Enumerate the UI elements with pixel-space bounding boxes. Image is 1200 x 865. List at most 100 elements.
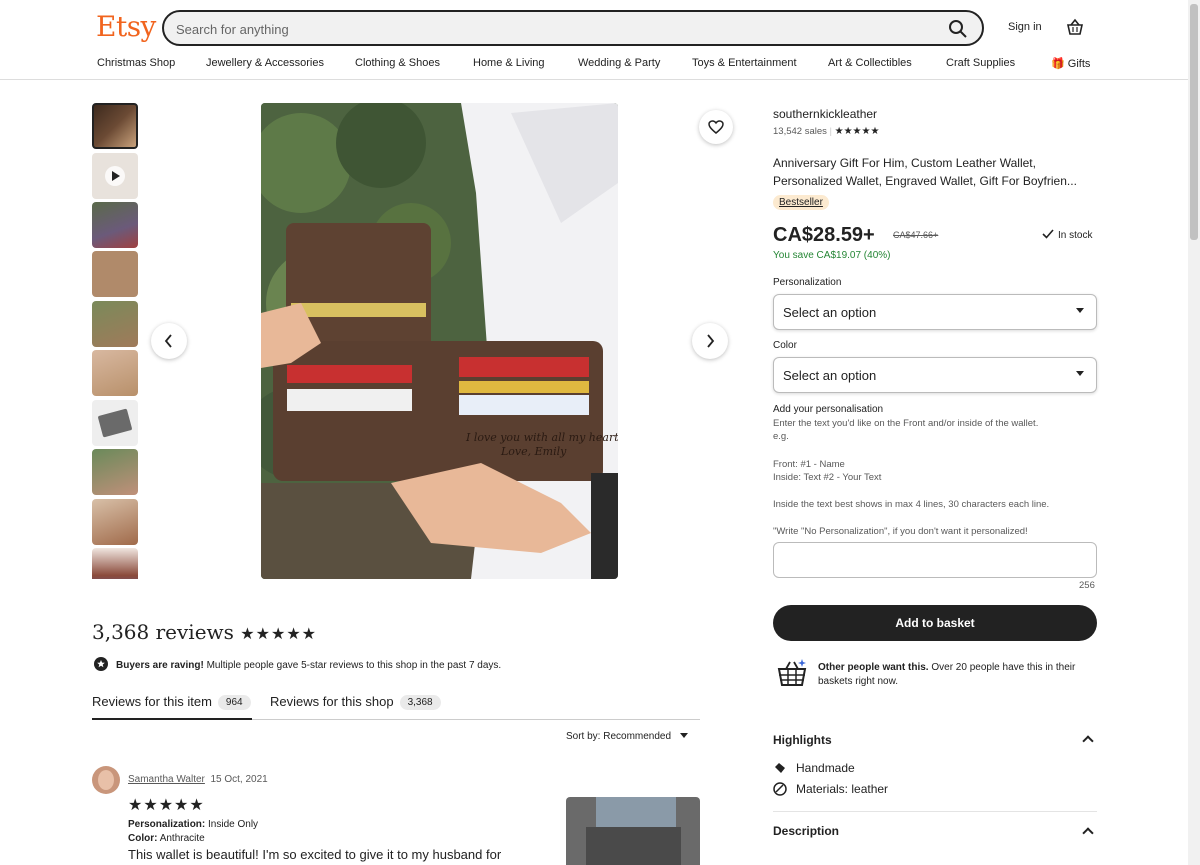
thumbnail-6[interactable]	[92, 350, 138, 396]
heart-icon	[708, 120, 724, 134]
chevron-up-icon[interactable]	[1082, 735, 1094, 747]
tab-item-label: Reviews for this item	[92, 694, 212, 709]
reviewer-name[interactable]: Samantha Walter	[128, 774, 205, 785]
sort-label: Sort by: Recommended	[566, 731, 672, 742]
nav-art[interactable]: Art & Collectibles	[828, 57, 912, 69]
tab-item-count: 964	[217, 695, 251, 710]
basket-demand-icon	[777, 659, 807, 686]
tab-shop-reviews[interactable]: Reviews for this shop 3,368	[270, 694, 441, 710]
section-divider	[773, 811, 1097, 812]
favorite-button[interactable]	[699, 110, 733, 144]
review-personalization: Personalization: Inside Only	[128, 819, 258, 830]
nav-home-living[interactable]: Home & Living	[473, 57, 545, 69]
color-select[interactable]: Select an option	[773, 357, 1097, 393]
reviews-count: 3,368 reviews	[92, 620, 234, 644]
review-color: Color: Anthracite	[128, 833, 205, 844]
thumbnail-video[interactable]	[92, 153, 138, 199]
demand-bold: Other people want this.	[818, 662, 929, 673]
category-nav: Christmas Shop Jewellery & Accessories C…	[96, 57, 1096, 73]
raving-bold: Buyers are raving!	[116, 660, 204, 671]
nav-christmas-shop[interactable]: Christmas Shop	[97, 57, 175, 69]
page-scrollbar[interactable]	[1188, 0, 1200, 865]
add-to-basket-button[interactable]: Add to basket	[773, 605, 1097, 641]
personalization-label: Personalization	[773, 277, 842, 288]
nav-gifts[interactable]: 🎁 Gifts	[1051, 57, 1090, 70]
chevron-up-icon[interactable]	[1082, 827, 1094, 839]
search-bar[interactable]	[162, 10, 984, 46]
stock-status: In stock	[1042, 229, 1092, 241]
chevron-right-icon	[707, 334, 715, 348]
product-main-image[interactable]: I love you with all my heart Love, Emily	[261, 103, 618, 579]
etsy-logo[interactable]: Etsy	[96, 10, 156, 43]
personalisation-textarea[interactable]	[773, 542, 1097, 578]
instruction-1: Enter the text you'd like on the Front a…	[773, 418, 1039, 429]
original-price: CA$47.66+	[893, 230, 939, 240]
star-badge-icon	[94, 657, 108, 671]
instruction-3: Front: #1 - Name	[773, 459, 845, 470]
thumbnail-9[interactable]	[92, 499, 138, 545]
nav-craft[interactable]: Craft Supplies	[946, 57, 1015, 69]
basket-icon[interactable]	[1066, 18, 1084, 36]
gift-icon: 🎁	[1051, 58, 1065, 70]
instruction-5: Inside the text best shows in max 4 line…	[773, 499, 1050, 510]
product-title: Anniversary Gift For Him, Custom Leather…	[773, 154, 1103, 190]
search-icon[interactable]	[948, 19, 968, 39]
stock-label: In stock	[1058, 230, 1093, 241]
highlights-heading[interactable]: Highlights	[773, 733, 832, 747]
sort-dropdown[interactable]: Sort by: Recommended	[566, 731, 688, 742]
thumbnail-8[interactable]	[92, 449, 138, 495]
personalization-select[interactable]: Select an option	[773, 294, 1097, 330]
review-photo[interactable]	[566, 797, 700, 865]
thumbnail-4[interactable]	[92, 251, 138, 297]
nav-wedding[interactable]: Wedding & Party	[578, 57, 660, 69]
description-heading[interactable]: Description	[773, 824, 839, 838]
color-key: Color:	[128, 833, 158, 844]
caret-down-icon	[1076, 371, 1084, 376]
review-stars: ★★★★★	[128, 797, 205, 814]
site-header: Etsy Sign in Christmas Shop Jewellery & …	[0, 0, 1188, 80]
personalization-select-value: Select an option	[783, 305, 877, 320]
nav-jewellery[interactable]: Jewellery & Accessories	[206, 57, 324, 69]
shop-sales: 13,542 sales | ★★★★★	[773, 126, 880, 137]
character-counter: 256	[1079, 580, 1095, 591]
thumbnail-10[interactable]	[92, 548, 138, 579]
chevron-left-icon	[164, 334, 172, 348]
thumbnail-3[interactable]	[92, 202, 138, 248]
search-input[interactable]	[176, 19, 916, 39]
highlight-materials: Materials: leather	[796, 782, 889, 796]
hand-icon	[775, 763, 785, 773]
thumbnail-7[interactable]	[92, 400, 138, 446]
bestseller-badge[interactable]: Bestseller	[773, 195, 829, 210]
review-tabs: Reviews for this item 964 Reviews for thi…	[92, 690, 700, 720]
nav-toys[interactable]: Toys & Entertainment	[692, 57, 797, 69]
active-tab-indicator	[92, 718, 252, 720]
tab-shop-label: Reviews for this shop	[270, 694, 394, 709]
svg-text:Love, Emily: Love, Emily	[500, 445, 567, 458]
tab-item-reviews[interactable]: Reviews for this item 964	[92, 694, 251, 710]
reviews-stars: ★★★★★	[240, 624, 318, 643]
review-date: 15 Oct, 2021	[210, 774, 268, 785]
title-line-1: Anniversary Gift For Him, Custom Leather…	[773, 156, 1036, 170]
prev-image-button[interactable]	[151, 323, 187, 359]
thumbnail-1[interactable]	[92, 103, 138, 149]
thumbnail-strip	[92, 103, 138, 579]
nav-clothing[interactable]: Clothing & Shoes	[355, 57, 440, 69]
scroll-thumb[interactable]	[1190, 4, 1198, 240]
tab-shop-count: 3,368	[399, 695, 441, 710]
sign-in-link[interactable]: Sign in	[1008, 21, 1042, 33]
thumbnail-5[interactable]	[92, 301, 138, 347]
sales-count: 13,542 sales	[773, 126, 827, 137]
add-personalisation-label: Add your personalisation	[773, 404, 884, 415]
materials-icon	[773, 782, 787, 796]
personalization-value: Inside Only	[208, 819, 259, 830]
color-select-value: Select an option	[783, 368, 877, 383]
reviews-heading: 3,368 reviews ★★★★★	[92, 620, 317, 644]
wallet-photo: I love you with all my heart Love, Emily	[261, 103, 618, 579]
buyers-raving-note: Buyers are raving! Multiple people gave …	[94, 657, 501, 671]
raving-text: Multiple people gave 5-star reviews to t…	[203, 660, 502, 671]
next-image-button[interactable]	[692, 323, 728, 359]
reviewer-avatar[interactable]	[92, 766, 120, 794]
instruction-6: "Write "No Personalization", if you don'…	[773, 526, 1028, 537]
product-price: CA$28.59+	[773, 224, 875, 246]
shop-name[interactable]: southernkickleather	[773, 107, 877, 121]
